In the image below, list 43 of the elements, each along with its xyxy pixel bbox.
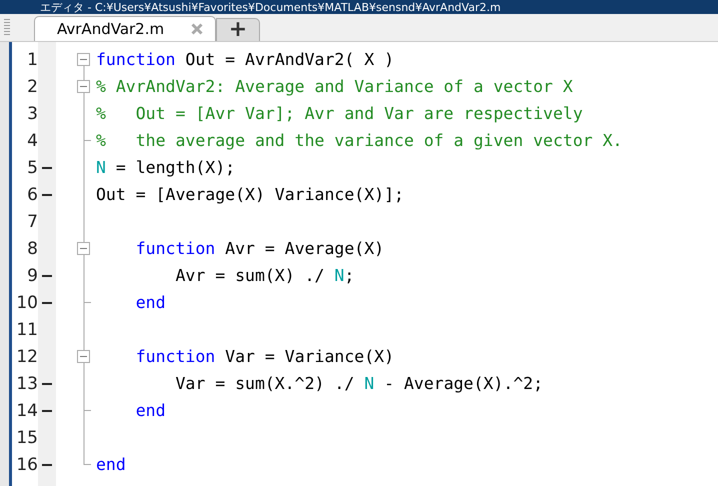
new-tab-button[interactable]: + xyxy=(216,18,260,41)
line-number: 3 xyxy=(26,104,38,124)
line-number: 10 xyxy=(15,292,38,312)
line-number: 5 xyxy=(26,158,38,178)
code-line: % the average and the variance of a given vector X. xyxy=(96,131,622,150)
line-number: 1 xyxy=(26,50,38,70)
code-line: function Avr = Average(X) xyxy=(134,239,384,258)
fold-toggle-icon[interactable] xyxy=(77,80,90,93)
breakpoint-dash[interactable] xyxy=(42,302,52,304)
fold-toggle-icon[interactable] xyxy=(77,242,90,255)
code-line: Avr = sum(X) ./ N; xyxy=(174,266,354,285)
line-number: 7 xyxy=(26,212,38,232)
line-number: 14 xyxy=(15,400,38,420)
code-line: N = length(X); xyxy=(96,158,236,177)
code-line: end xyxy=(134,401,166,420)
code-line: % AvrAndVar2: Average and Variance of a vector X xyxy=(96,77,573,96)
window-title: エディタ - C:¥Users¥Atsushi¥Favorites¥Documents¥MATLAB¥sensnd¥AvrAndVar2.m xyxy=(40,0,501,14)
line-number: 11 xyxy=(15,320,38,340)
line-number: 15 xyxy=(15,428,38,448)
fold-toggle-icon[interactable] xyxy=(77,350,90,363)
code-line: function Var = Variance(X) xyxy=(134,347,394,366)
line-number: 9 xyxy=(26,266,38,286)
breakpoint-dash[interactable] xyxy=(42,194,52,196)
file-tab[interactable]: AvrAndVar2.m xyxy=(34,16,216,41)
line-number: 8 xyxy=(26,238,38,258)
line-number: 13 xyxy=(15,374,38,394)
code-line: % Out = [Avr Var]; Avr and Var are respectively xyxy=(96,104,583,123)
code-line: Var = sum(X.^2) ./ N - Average(X).^2; xyxy=(174,374,544,393)
code-line: function Out = AvrAndVar2( X ) xyxy=(96,50,394,69)
line-number: 4 xyxy=(26,130,38,150)
line-number: 12 xyxy=(15,346,38,366)
code-line: Out = [Average(X) Variance(X)]; xyxy=(96,185,404,204)
breakpoint-dash[interactable] xyxy=(42,274,52,276)
line-number: 16 xyxy=(15,454,38,474)
code-line: end xyxy=(134,293,166,312)
breakpoint-dash[interactable] xyxy=(42,464,52,466)
breakpoint-dash[interactable] xyxy=(42,166,52,168)
fold-toggle-icon[interactable] xyxy=(77,53,90,66)
breakpoint-dash[interactable] xyxy=(42,382,52,384)
code-line: end xyxy=(96,455,126,474)
line-number: 6 xyxy=(26,184,38,204)
line-number: 2 xyxy=(26,76,38,96)
breakpoint-dash[interactable] xyxy=(42,410,52,412)
